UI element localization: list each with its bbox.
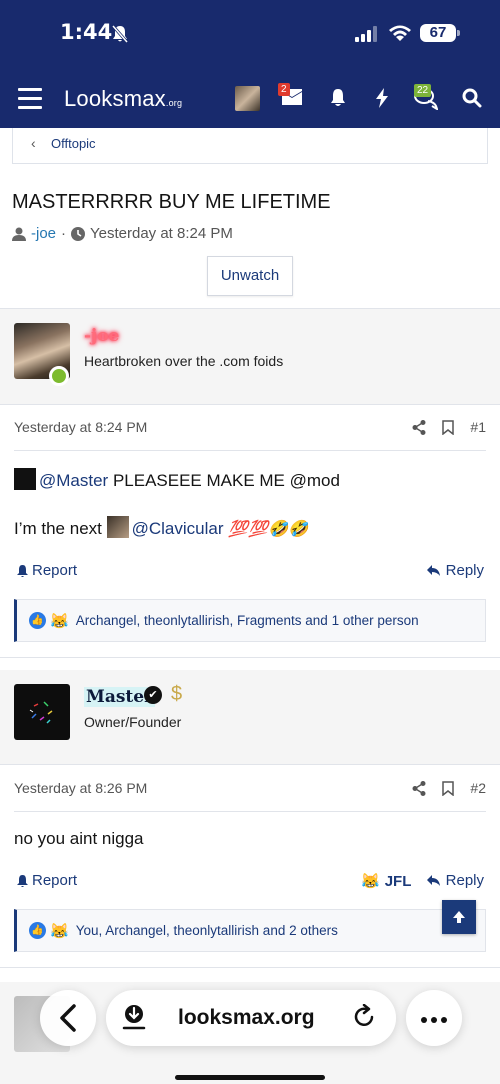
- site-navbar: Looksmax.org 2 22: [0, 72, 500, 128]
- laugh-reaction-icon: 😹: [50, 922, 69, 940]
- laugh-reaction-icon: 😹: [50, 612, 69, 630]
- conversations-badge: 22: [414, 84, 432, 97]
- thread-date[interactable]: Yesterday at 8:24 PM: [90, 225, 233, 242]
- post-1-user-block: -joe Heartbroken over the .com foids: [0, 309, 500, 405]
- mention-avatar-clavicular: [106, 516, 129, 538]
- menu-icon[interactable]: [18, 88, 42, 110]
- like-reaction-icon: 👍: [29, 922, 46, 939]
- inbox-icon[interactable]: 2: [278, 83, 303, 111]
- arrow-up-icon: [453, 911, 465, 923]
- post-1-reactions-text: Archangel, theonlytallirish, Fragments a…: [75, 613, 419, 628]
- post-2-reactions-bar[interactable]: 👍 😹 You, Archangel, theonlytallirish and…: [14, 909, 486, 952]
- post-1-body-line-2: I’m the next @Clavicular 💯💯🤣🤣: [14, 516, 308, 539]
- user-avatar-master[interactable]: [14, 684, 70, 740]
- post-1-reactions-bar[interactable]: 👍 😹 Archangel, theonlytallirish, Fragmen…: [14, 599, 486, 642]
- bookmark-icon[interactable]: [442, 780, 455, 796]
- thread-author[interactable]: -joe: [31, 225, 56, 242]
- share-icon[interactable]: [412, 419, 426, 435]
- mention-avatar-master: [14, 468, 36, 490]
- post-1-body-line-1: @Master PLEASEEE MAKE ME @mod: [14, 468, 340, 491]
- breadcrumb-label[interactable]: Offtopic: [51, 136, 96, 151]
- chevron-left-icon: [60, 1004, 76, 1032]
- share-icon[interactable]: [412, 780, 426, 796]
- address-bar[interactable]: looksmax.org: [106, 990, 396, 1046]
- unwatch-button[interactable]: Unwatch: [207, 256, 293, 296]
- post-2-user-title: Owner/Founder: [84, 714, 182, 730]
- home-indicator: [175, 1075, 325, 1080]
- status-time: 1:44: [60, 20, 113, 44]
- scroll-to-top-button[interactable]: [442, 900, 476, 934]
- wifi-icon: [389, 25, 411, 41]
- cell-signal-icon: [355, 26, 377, 42]
- post-2-user-block: Master ✔ $ Owner/Founder: [0, 670, 500, 765]
- more-options-button[interactable]: [406, 990, 462, 1046]
- post-1-actions: #1: [412, 419, 486, 435]
- bell-icon: [17, 564, 28, 577]
- account-avatar[interactable]: [235, 86, 260, 111]
- breadcrumb[interactable]: ‹ Offtopic: [12, 128, 488, 164]
- post-2-jfl-reaction-button[interactable]: 😹 JFL: [361, 872, 411, 891]
- inbox-badge: 2: [278, 83, 290, 96]
- online-indicator: [49, 366, 69, 386]
- post-1-number[interactable]: #1: [470, 419, 486, 435]
- browser-toolbar: looksmax.org: [0, 970, 500, 1084]
- like-reaction-icon: 👍: [29, 612, 46, 629]
- post-1-report-button[interactable]: Report: [16, 562, 77, 579]
- bookmark-icon[interactable]: [442, 419, 455, 435]
- post-1-date[interactable]: Yesterday at 8:24 PM: [14, 419, 147, 435]
- battery-indicator: 67: [420, 24, 460, 42]
- dollar-badge-icon: $: [171, 683, 183, 705]
- post-2-actions: #2: [412, 780, 486, 796]
- post-1-username[interactable]: -joe: [84, 326, 119, 346]
- reload-icon[interactable]: [354, 1004, 376, 1028]
- site-logo[interactable]: Looksmax.org: [64, 86, 182, 112]
- mention-master[interactable]: @Master: [39, 471, 108, 490]
- ellipsis-icon: [421, 1017, 447, 1023]
- emoji-reaction-text: 💯💯🤣🤣: [228, 521, 308, 538]
- url-text: looksmax.org: [178, 1006, 315, 1029]
- verified-badge-icon: ✔: [144, 686, 162, 704]
- post-2-date[interactable]: Yesterday at 8:26 PM: [14, 780, 147, 796]
- user-icon: [12, 227, 26, 241]
- clock-icon: [71, 226, 86, 241]
- post-2-reply-button[interactable]: Reply: [426, 872, 484, 889]
- thread-meta: -joe · Yesterday at 8:24 PM: [12, 225, 233, 242]
- conversations-icon[interactable]: 22: [414, 84, 439, 115]
- bell-icon: [17, 874, 28, 887]
- silent-mode-icon: [111, 25, 129, 43]
- mention-clavicular[interactable]: @Clavicular: [132, 519, 224, 538]
- notifications-icon[interactable]: [329, 88, 347, 113]
- post-1-reply-button[interactable]: Reply: [426, 562, 484, 579]
- status-bar: 1:44 67: [0, 0, 500, 72]
- search-icon[interactable]: [462, 88, 482, 113]
- reply-icon: [426, 875, 440, 886]
- laugh-reaction-icon: 😹: [361, 873, 380, 890]
- chevron-left-icon: ‹: [31, 135, 36, 151]
- reply-icon: [426, 565, 440, 576]
- post-2-report-button[interactable]: Report: [16, 872, 77, 889]
- post-2-number[interactable]: #2: [470, 780, 486, 796]
- browser-back-button[interactable]: [40, 990, 96, 1046]
- post-2-reactions-text: You, Archangel, theonlytallirish and 2 o…: [75, 923, 338, 938]
- post-1-user-title: Heartbroken over the .com foids: [84, 353, 284, 369]
- post-2-body: no you aint nigga: [14, 829, 144, 848]
- download-icon[interactable]: [122, 1004, 146, 1032]
- thread-title: MASTERRRRR BUY ME LIFETIME: [12, 191, 331, 213]
- whats-new-icon[interactable]: [374, 88, 390, 113]
